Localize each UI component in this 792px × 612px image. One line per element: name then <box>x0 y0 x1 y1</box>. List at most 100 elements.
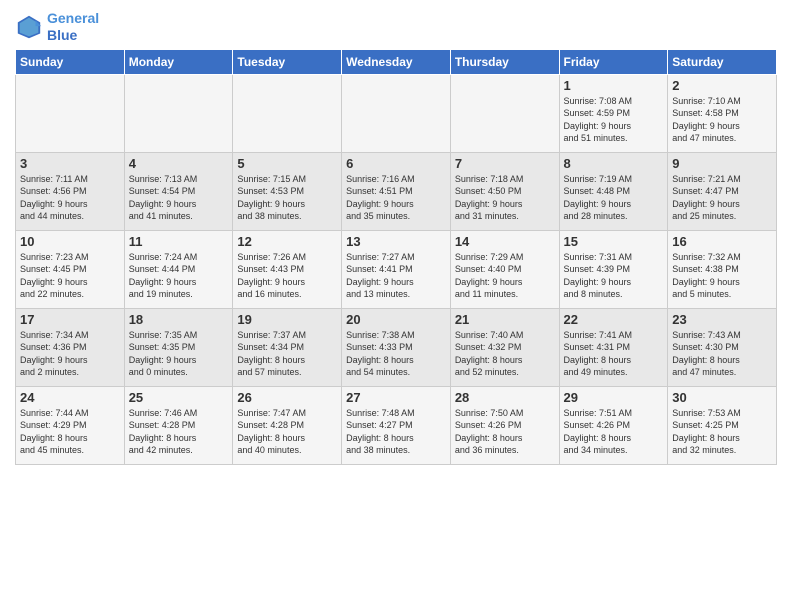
day-number: 28 <box>455 390 555 405</box>
calendar-cell: 11 Sunrise: 7:24 AM Sunset: 4:44 PM Dayli… <box>124 230 233 308</box>
calendar-cell: 22 Sunrise: 7:41 AM Sunset: 4:31 PM Dayli… <box>559 308 668 386</box>
calendar-cell: 24 Sunrise: 7:44 AM Sunset: 4:29 PM Dayli… <box>16 386 125 464</box>
day-info: Sunrise: 7:31 AM Sunset: 4:39 PM Dayligh… <box>564 251 664 301</box>
logo: General Blue <box>15 10 99 44</box>
calendar-cell <box>450 74 559 152</box>
calendar-cell: 16Sunrise: 7:32 AM Sunset: 4:38 PM Dayli… <box>668 230 777 308</box>
day-number: 27 <box>346 390 446 405</box>
calendar-cell: 20 Sunrise: 7:38 AM Sunset: 4:33 PM Dayli… <box>342 308 451 386</box>
day-number: 4 <box>129 156 229 171</box>
day-number: 20 <box>346 312 446 327</box>
calendar-cell: 19Sunrise: 7:37 AM Sunset: 4:34 PM Dayli… <box>233 308 342 386</box>
day-header: Wednesday <box>342 49 451 74</box>
calendar-table: SundayMondayTuesdayWednesdayThursdayFrid… <box>15 49 777 465</box>
day-number: 11 <box>129 234 229 249</box>
day-info: Sunrise: 7:23 AM Sunset: 4:45 PM Dayligh… <box>20 251 120 301</box>
day-header: Thursday <box>450 49 559 74</box>
day-info: Sunrise: 7:19 AM Sunset: 4:48 PM Dayligh… <box>564 173 664 223</box>
day-number: 12 <box>237 234 337 249</box>
calendar-cell: 5 Sunrise: 7:15 AM Sunset: 4:53 PM Daylig… <box>233 152 342 230</box>
day-info: Sunrise: 7:27 AM Sunset: 4:41 PM Dayligh… <box>346 251 446 301</box>
day-info: Sunrise: 7:46 AM Sunset: 4:28 PM Dayligh… <box>129 407 229 457</box>
day-info: Sunrise: 7:38 AM Sunset: 4:33 PM Dayligh… <box>346 329 446 379</box>
day-info: Sunrise: 7:44 AM Sunset: 4:29 PM Dayligh… <box>20 407 120 457</box>
calendar-cell: 4 Sunrise: 7:13 AM Sunset: 4:54 PM Daylig… <box>124 152 233 230</box>
day-info: Sunrise: 7:21 AM Sunset: 4:47 PM Dayligh… <box>672 173 772 223</box>
day-number: 10 <box>20 234 120 249</box>
calendar-week-row: 3Sunrise: 7:11 AM Sunset: 4:56 PM Daylig… <box>16 152 777 230</box>
calendar-cell: 18Sunrise: 7:35 AM Sunset: 4:35 PM Dayli… <box>124 308 233 386</box>
calendar-cell: 30 Sunrise: 7:53 AM Sunset: 4:25 PM Dayli… <box>668 386 777 464</box>
day-info: Sunrise: 7:50 AM Sunset: 4:26 PM Dayligh… <box>455 407 555 457</box>
day-number: 13 <box>346 234 446 249</box>
calendar-cell: 27 Sunrise: 7:48 AM Sunset: 4:27 PM Dayli… <box>342 386 451 464</box>
day-info: Sunrise: 7:35 AM Sunset: 4:35 PM Dayligh… <box>129 329 229 379</box>
calendar-cell: 29 Sunrise: 7:51 AM Sunset: 4:26 PM Dayli… <box>559 386 668 464</box>
header-row: SundayMondayTuesdayWednesdayThursdayFrid… <box>16 49 777 74</box>
calendar-cell: 8 Sunrise: 7:19 AM Sunset: 4:48 PM Daylig… <box>559 152 668 230</box>
day-number: 22 <box>564 312 664 327</box>
day-info: Sunrise: 7:48 AM Sunset: 4:27 PM Dayligh… <box>346 407 446 457</box>
day-info: Sunrise: 7:40 AM Sunset: 4:32 PM Dayligh… <box>455 329 555 379</box>
day-number: 8 <box>564 156 664 171</box>
day-info: Sunrise: 7:24 AM Sunset: 4:44 PM Dayligh… <box>129 251 229 301</box>
calendar-cell <box>342 74 451 152</box>
calendar-cell: 21 Sunrise: 7:40 AM Sunset: 4:32 PM Dayli… <box>450 308 559 386</box>
calendar-cell: 1Sunrise: 7:08 AM Sunset: 4:59 PM Daylig… <box>559 74 668 152</box>
calendar-week-row: 10 Sunrise: 7:23 AM Sunset: 4:45 PM Dayli… <box>16 230 777 308</box>
day-number: 25 <box>129 390 229 405</box>
day-number: 30 <box>672 390 772 405</box>
day-info: Sunrise: 7:08 AM Sunset: 4:59 PM Dayligh… <box>564 95 664 145</box>
day-header: Tuesday <box>233 49 342 74</box>
day-info: Sunrise: 7:10 AM Sunset: 4:58 PM Dayligh… <box>672 95 772 145</box>
day-info: Sunrise: 7:13 AM Sunset: 4:54 PM Dayligh… <box>129 173 229 223</box>
day-number: 15 <box>564 234 664 249</box>
day-info: Sunrise: 7:53 AM Sunset: 4:25 PM Dayligh… <box>672 407 772 457</box>
calendar-cell: 25 Sunrise: 7:46 AM Sunset: 4:28 PM Dayli… <box>124 386 233 464</box>
calendar-cell: 15 Sunrise: 7:31 AM Sunset: 4:39 PM Dayli… <box>559 230 668 308</box>
day-header: Monday <box>124 49 233 74</box>
day-info: Sunrise: 7:41 AM Sunset: 4:31 PM Dayligh… <box>564 329 664 379</box>
calendar-cell: 6Sunrise: 7:16 AM Sunset: 4:51 PM Daylig… <box>342 152 451 230</box>
logo-icon <box>15 13 43 41</box>
calendar-week-row: 1Sunrise: 7:08 AM Sunset: 4:59 PM Daylig… <box>16 74 777 152</box>
calendar-week-row: 24 Sunrise: 7:44 AM Sunset: 4:29 PM Dayli… <box>16 386 777 464</box>
day-number: 26 <box>237 390 337 405</box>
calendar-cell <box>16 74 125 152</box>
day-number: 14 <box>455 234 555 249</box>
calendar-cell: 26Sunrise: 7:47 AM Sunset: 4:28 PM Dayli… <box>233 386 342 464</box>
calendar-cell: 28 Sunrise: 7:50 AM Sunset: 4:26 PM Dayli… <box>450 386 559 464</box>
day-number: 7 <box>455 156 555 171</box>
calendar-cell: 9 Sunrise: 7:21 AM Sunset: 4:47 PM Daylig… <box>668 152 777 230</box>
calendar-cell: 3Sunrise: 7:11 AM Sunset: 4:56 PM Daylig… <box>16 152 125 230</box>
day-number: 6 <box>346 156 446 171</box>
day-info: Sunrise: 7:29 AM Sunset: 4:40 PM Dayligh… <box>455 251 555 301</box>
day-number: 21 <box>455 312 555 327</box>
day-info: Sunrise: 7:32 AM Sunset: 4:38 PM Dayligh… <box>672 251 772 301</box>
header: General Blue <box>15 10 777 44</box>
day-number: 2 <box>672 78 772 93</box>
calendar-cell: 14 Sunrise: 7:29 AM Sunset: 4:40 PM Dayli… <box>450 230 559 308</box>
calendar-cell: 10 Sunrise: 7:23 AM Sunset: 4:45 PM Dayli… <box>16 230 125 308</box>
day-number: 3 <box>20 156 120 171</box>
day-info: Sunrise: 7:18 AM Sunset: 4:50 PM Dayligh… <box>455 173 555 223</box>
day-info: Sunrise: 7:15 AM Sunset: 4:53 PM Dayligh… <box>237 173 337 223</box>
day-header: Saturday <box>668 49 777 74</box>
day-info: Sunrise: 7:51 AM Sunset: 4:26 PM Dayligh… <box>564 407 664 457</box>
day-number: 29 <box>564 390 664 405</box>
calendar-cell: 12Sunrise: 7:26 AM Sunset: 4:43 PM Dayli… <box>233 230 342 308</box>
calendar-cell: 13 Sunrise: 7:27 AM Sunset: 4:41 PM Dayli… <box>342 230 451 308</box>
day-number: 24 <box>20 390 120 405</box>
calendar-cell: 23 Sunrise: 7:43 AM Sunset: 4:30 PM Dayli… <box>668 308 777 386</box>
calendar-cell: 2 Sunrise: 7:10 AM Sunset: 4:58 PM Daylig… <box>668 74 777 152</box>
calendar-week-row: 17Sunrise: 7:34 AM Sunset: 4:36 PM Dayli… <box>16 308 777 386</box>
calendar-cell: 7 Sunrise: 7:18 AM Sunset: 4:50 PM Daylig… <box>450 152 559 230</box>
day-info: Sunrise: 7:43 AM Sunset: 4:30 PM Dayligh… <box>672 329 772 379</box>
page-container: General Blue SundayMondayTuesdayWednesda… <box>0 0 792 475</box>
logo-text: General Blue <box>47 10 99 44</box>
day-number: 5 <box>237 156 337 171</box>
day-number: 23 <box>672 312 772 327</box>
day-info: Sunrise: 7:37 AM Sunset: 4:34 PM Dayligh… <box>237 329 337 379</box>
day-info: Sunrise: 7:34 AM Sunset: 4:36 PM Dayligh… <box>20 329 120 379</box>
day-number: 9 <box>672 156 772 171</box>
